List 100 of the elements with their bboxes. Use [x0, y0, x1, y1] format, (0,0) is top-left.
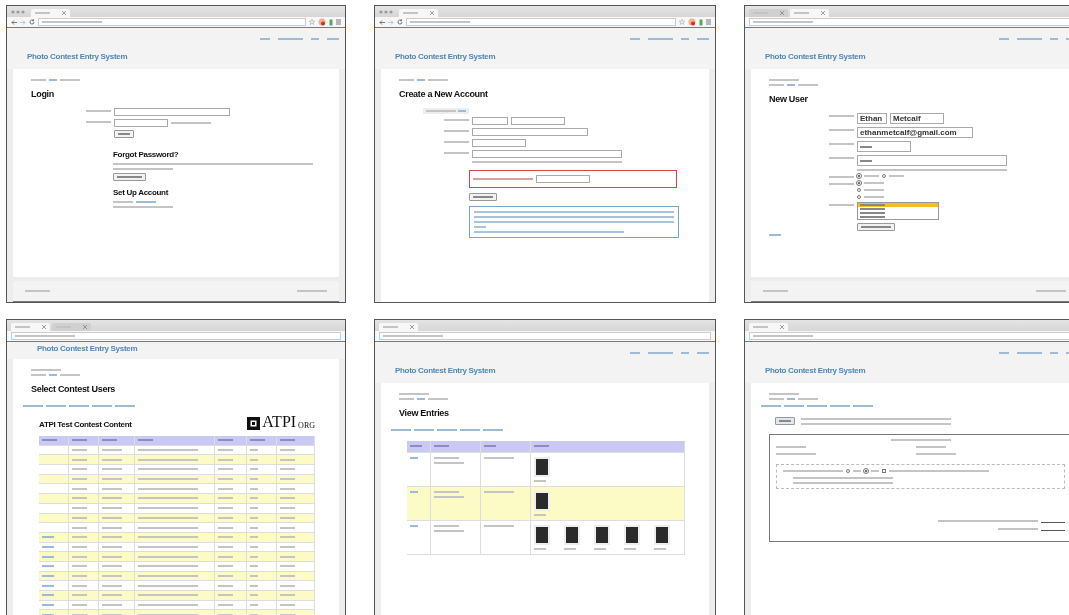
blurred-link-text[interactable] — [437, 429, 457, 431]
close-icon[interactable] — [430, 11, 434, 15]
blurred-link-text[interactable] — [630, 352, 640, 354]
blurred-link-text[interactable] — [1050, 352, 1058, 354]
photo-placeholder[interactable] — [654, 524, 670, 545]
blurred-link-text[interactable] — [42, 574, 54, 577]
blurred-link-text[interactable] — [42, 594, 54, 597]
confirm-password-field[interactable] — [472, 150, 622, 158]
print-button[interactable] — [775, 417, 795, 425]
blurred-link-text[interactable] — [999, 352, 1009, 354]
blurred-link-text[interactable] — [136, 201, 156, 203]
reload-icon[interactable] — [397, 19, 403, 25]
blurred-link-text[interactable] — [42, 545, 54, 548]
blurred-link-text[interactable] — [853, 405, 873, 407]
address-bar[interactable] — [11, 332, 341, 340]
blurred-link-text[interactable] — [1017, 352, 1042, 354]
blurred-link-text[interactable] — [42, 565, 54, 568]
close-icon[interactable] — [83, 325, 87, 329]
blurred-link-text[interactable] — [830, 405, 850, 407]
blurred-link-text[interactable] — [115, 405, 135, 407]
blurred-link-text[interactable] — [42, 555, 54, 558]
blurred-link-text[interactable] — [807, 405, 827, 407]
site-title[interactable]: Photo Contest Entry System — [765, 52, 1069, 61]
first-name-field[interactable]: Ethan — [857, 113, 887, 124]
browser-tab[interactable] — [52, 323, 91, 331]
menu-icon[interactable] — [336, 19, 341, 25]
radio-button[interactable] — [857, 195, 861, 199]
blurred-link-text[interactable] — [42, 613, 54, 615]
email-field[interactable] — [114, 108, 230, 116]
blurred-link-text[interactable] — [327, 38, 339, 40]
radio-button[interactable] — [846, 469, 850, 473]
create-account-button[interactable] — [857, 223, 895, 231]
blurred-link-text[interactable] — [1017, 38, 1042, 40]
blurred-link-text[interactable] — [648, 38, 673, 40]
close-icon[interactable] — [780, 11, 784, 15]
blurred-link-text[interactable] — [410, 456, 418, 459]
window-controls-icon[interactable] — [11, 9, 25, 14]
photo-placeholder[interactable] — [534, 456, 550, 477]
browser-tab[interactable] — [31, 9, 70, 17]
password-field[interactable] — [857, 141, 911, 152]
blurred-link-text[interactable] — [69, 405, 89, 407]
register-button[interactable] — [469, 193, 497, 201]
first-name-field[interactable] — [472, 117, 508, 125]
photo-placeholder[interactable] — [624, 524, 640, 545]
password-field[interactable] — [114, 119, 168, 127]
back-icon[interactable] — [379, 19, 385, 25]
forward-icon[interactable] — [388, 19, 394, 25]
blurred-link-text[interactable] — [49, 374, 57, 376]
photo-placeholder[interactable] — [594, 524, 610, 545]
close-icon[interactable] — [42, 325, 46, 329]
blurred-link-text[interactable] — [391, 429, 411, 431]
site-title[interactable]: Photo Contest Entry System — [37, 344, 339, 353]
blurred-link-text[interactable] — [697, 38, 709, 40]
radio-button[interactable] — [882, 174, 886, 178]
blurred-link-text[interactable] — [648, 352, 673, 354]
password-field[interactable] — [472, 139, 526, 147]
blurred-link-text[interactable] — [630, 38, 640, 40]
blurred-link-text[interactable] — [23, 405, 43, 407]
instructor-list[interactable] — [857, 202, 939, 220]
photo-placeholder[interactable] — [564, 524, 580, 545]
photo-placeholder[interactable] — [534, 490, 550, 511]
confirm-password-field[interactable] — [857, 155, 1007, 166]
blurred-link-text[interactable] — [414, 429, 434, 431]
captcha-field[interactable] — [536, 175, 590, 183]
blurred-link-text[interactable] — [761, 405, 781, 407]
browser-tab[interactable] — [749, 9, 788, 17]
checkbox[interactable] — [882, 469, 886, 473]
blurred-link-text[interactable] — [460, 429, 480, 431]
forward-icon[interactable] — [20, 19, 26, 25]
site-title[interactable]: Photo Contest Entry System — [27, 52, 339, 61]
browser-tab[interactable] — [379, 323, 418, 331]
blurred-link-text[interactable] — [697, 352, 709, 354]
address-bar[interactable] — [38, 18, 306, 26]
blurred-link-text[interactable] — [42, 604, 54, 607]
star-icon[interactable] — [679, 19, 685, 25]
blurred-link-text[interactable] — [46, 405, 66, 407]
blurred-link-text[interactable] — [483, 429, 503, 431]
blurred-link-text[interactable] — [92, 405, 112, 407]
blurred-link-text[interactable] — [787, 84, 795, 86]
blurred-link-text[interactable] — [681, 352, 689, 354]
submit-button[interactable] — [114, 130, 134, 138]
address-bar[interactable] — [379, 332, 711, 340]
blurred-link-text[interactable] — [42, 584, 54, 587]
blurred-link-text[interactable] — [311, 38, 319, 40]
close-icon[interactable] — [780, 325, 784, 329]
browser-tab[interactable] — [790, 9, 829, 17]
site-title[interactable]: Photo Contest Entry System — [395, 366, 709, 375]
back-icon[interactable] — [11, 19, 17, 25]
blurred-link-text[interactable] — [1050, 38, 1058, 40]
last-name-field[interactable] — [511, 117, 565, 125]
list-option[interactable] — [858, 203, 938, 207]
address-bar[interactable] — [406, 18, 676, 26]
blurred-link-text[interactable] — [260, 38, 270, 40]
close-icon[interactable] — [821, 11, 825, 15]
last-name-field[interactable]: Metcalf — [890, 113, 944, 124]
reset-password-button[interactable] — [113, 173, 146, 181]
email-field[interactable] — [472, 128, 588, 136]
email-field[interactable]: ethanmetcalf@gmail.com — [857, 127, 973, 138]
blurred-link-text[interactable] — [784, 405, 804, 407]
star-icon[interactable] — [309, 19, 315, 25]
